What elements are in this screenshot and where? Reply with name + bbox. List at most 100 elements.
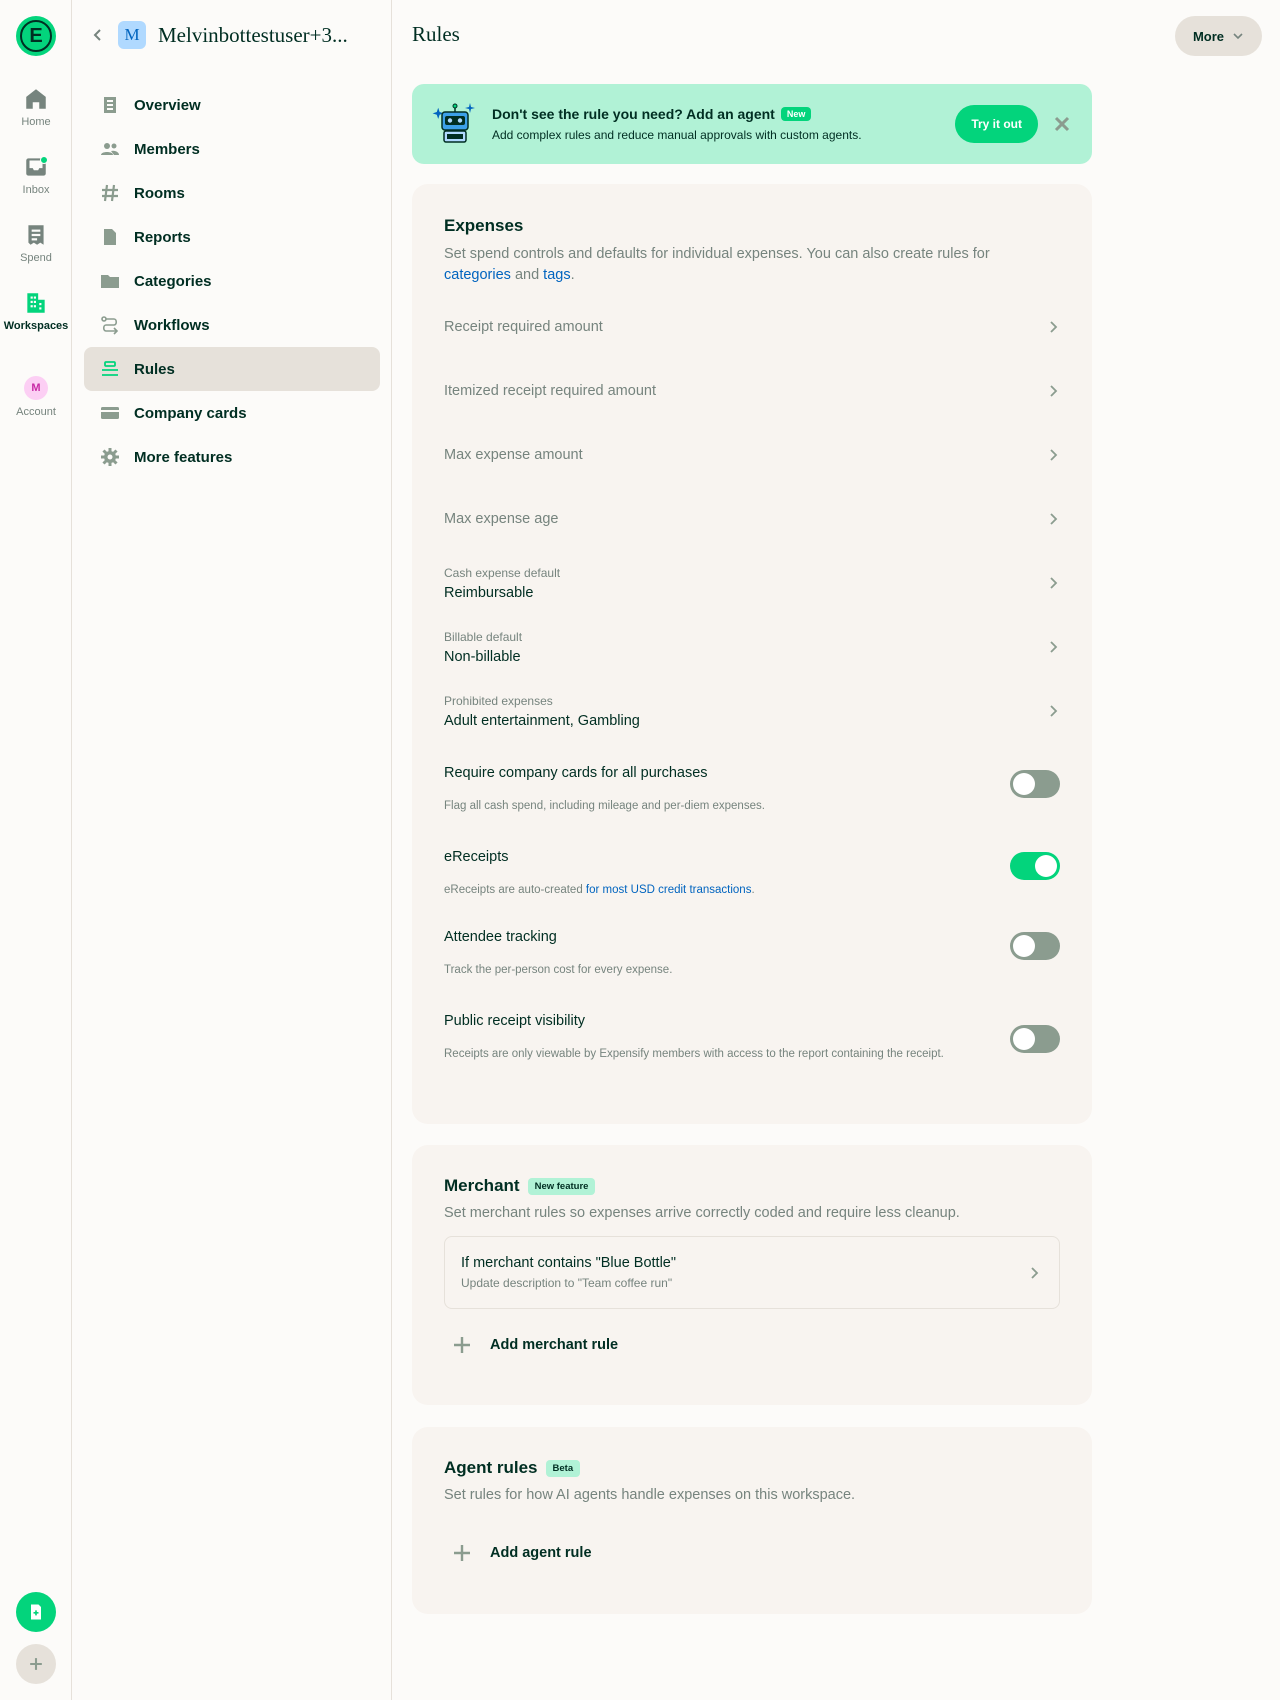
max-expense-amount-row[interactable]: Max expense amount — [444, 427, 1060, 483]
tags-link[interactable]: tags — [543, 267, 570, 283]
row-text: Billable default Non-billable — [444, 630, 522, 665]
new-expense-icon — [31, 1604, 41, 1620]
description-text: Set spend controls and defaults for indi… — [444, 246, 990, 262]
row-value: Non-billable — [444, 648, 521, 665]
itemized-receipt-row[interactable]: Itemized receipt required amount — [444, 363, 1060, 419]
rail-label-spend: Spend — [20, 252, 52, 264]
workflow-icon — [101, 316, 119, 335]
row-value: Reimbursable — [444, 584, 534, 601]
hashtag-icon — [102, 184, 118, 202]
merchant-rule-text: If merchant contains "Blue Bottle" Updat… — [461, 1255, 676, 1290]
require-company-cards-setting: Require company cards for all purchases … — [444, 765, 1060, 814]
row-label: Max expense amount — [444, 447, 583, 463]
chevron-right-icon — [1050, 641, 1058, 653]
create-expense-button[interactable] — [16, 1592, 56, 1632]
add-merchant-rule-label: Add merchant rule — [490, 1337, 619, 1353]
sidebar-item-label: Reports — [134, 228, 191, 246]
require-company-cards-toggle[interactable] — [1010, 770, 1060, 798]
credit-card-icon — [101, 407, 119, 419]
setting-title: Public receipt visibility — [444, 1013, 586, 1029]
add-button[interactable] — [16, 1644, 56, 1684]
sidebar-item-reports[interactable]: Reports — [84, 215, 380, 259]
back-chevron-icon[interactable] — [90, 27, 106, 43]
section-title: Expenses — [444, 216, 524, 235]
description-and: and — [514, 267, 540, 283]
setting-title: Require company cards for all purchases — [444, 765, 708, 781]
subtitle-period: . — [751, 884, 755, 896]
rail-item-home[interactable]: Home — [0, 86, 72, 128]
row-label: Max expense age — [444, 511, 559, 527]
workspace-sidebar: M Melvinbottestuser+3... Overview Member… — [72, 0, 392, 1700]
row-label: Cash expense default — [444, 565, 561, 580]
merchant-section: Merchant New feature Set merchant rules … — [412, 1145, 1092, 1405]
row-value: Adult entertainment, Gambling — [444, 712, 640, 729]
sidebar-item-label: Workflows — [134, 316, 210, 334]
merchant-rule-item[interactable]: If merchant contains "Blue Bottle" Updat… — [444, 1236, 1060, 1309]
sidebar-item-more-features[interactable]: More features — [84, 435, 380, 479]
ereceipts-toggle[interactable] — [1010, 852, 1060, 880]
banner-text: Don't see the rule you need? Add an agen… — [492, 106, 955, 142]
setting-subtitle: eReceipts are auto-created for most USD … — [444, 882, 964, 898]
sidebar-item-label: Company cards — [134, 404, 247, 422]
rail-item-account[interactable]: M Account — [0, 376, 72, 418]
users-icon — [101, 143, 119, 155]
attendee-tracking-toggle[interactable] — [1010, 932, 1060, 960]
rail-label-workspaces: Workspaces — [3, 320, 69, 332]
expenses-header: Expenses Set spend controls and defaults… — [444, 216, 1060, 286]
sidebar-item-categories[interactable]: Categories — [84, 259, 380, 303]
rail-item-inbox[interactable]: Inbox — [0, 154, 72, 196]
expenses-section: Expenses Set spend controls and defaults… — [412, 184, 1092, 1124]
plus-icon — [454, 1545, 470, 1561]
add-agent-rule-button[interactable]: Add agent rule — [452, 1543, 592, 1563]
rail-item-spend[interactable]: Spend — [0, 222, 72, 264]
sidebar-item-workflows[interactable]: Workflows — [84, 303, 380, 347]
workspace-name: Melvinbottestuser+3... — [158, 22, 348, 47]
plus-icon — [454, 1337, 470, 1353]
toggle-knob — [1035, 855, 1057, 877]
sidebar-item-members[interactable]: Members — [84, 127, 380, 171]
sidebar-item-rules[interactable]: Rules — [84, 347, 380, 391]
more-button[interactable]: More — [1174, 16, 1262, 56]
workspace-header: M Melvinbottestuser+3... — [90, 20, 380, 50]
close-icon[interactable] — [1052, 114, 1072, 134]
building-icon — [27, 293, 45, 313]
subtitle-text: eReceipts are auto-created — [444, 884, 583, 896]
row-label: Billable default — [444, 629, 523, 644]
cash-expense-default-row[interactable]: Cash expense default Reimbursable — [444, 555, 1060, 611]
section-title: Agent rules Beta — [444, 1458, 1060, 1478]
expensify-logo[interactable]: E — [16, 16, 56, 56]
sidebar-item-label: Rules — [134, 360, 175, 378]
merchant-rule-subtitle: Update description to "Team coffee run" — [461, 1276, 673, 1290]
banner-title-text: Don't see the rule you need? Add an agen… — [492, 106, 775, 122]
sidebar-item-label: Rooms — [134, 184, 185, 202]
main-content: Rules More Don't see the rule you need? … — [392, 0, 1280, 1700]
sidebar-item-overview[interactable]: Overview — [84, 83, 380, 127]
max-expense-age-row[interactable]: Max expense age — [444, 491, 1060, 547]
receipt-icon — [28, 225, 44, 245]
usd-credit-link[interactable]: for most USD credit transactions — [586, 884, 752, 896]
rail-label-inbox: Inbox — [22, 184, 50, 196]
toggle-knob — [1013, 1028, 1035, 1050]
section-description: Set spend controls and defaults for indi… — [444, 244, 1060, 286]
rail-label-home: Home — [21, 116, 51, 128]
workspace-avatar: M — [118, 21, 146, 49]
document-icon — [104, 97, 116, 113]
public-receipt-visibility-toggle[interactable] — [1010, 1025, 1060, 1053]
receipt-required-amount-row[interactable]: Receipt required amount — [444, 299, 1060, 355]
gear-icon — [101, 448, 119, 466]
chevron-right-icon — [1031, 1266, 1039, 1279]
sidebar-item-company-cards[interactable]: Company cards — [84, 391, 380, 435]
rail-item-workspaces[interactable]: Workspaces — [0, 290, 72, 332]
add-merchant-rule-button[interactable]: Add merchant rule — [452, 1335, 618, 1355]
chevron-right-icon — [1050, 321, 1058, 333]
categories-link[interactable]: categories — [444, 267, 511, 283]
agent-rules-header: Agent rules Beta Set rules for how AI ag… — [444, 1458, 1060, 1506]
section-description: Set merchant rules so expenses arrive co… — [444, 1205, 960, 1221]
billable-default-row[interactable]: Billable default Non-billable — [444, 619, 1060, 675]
setting-title: Attendee tracking — [444, 929, 557, 945]
try-it-out-button[interactable]: Try it out — [955, 105, 1038, 143]
sidebar-item-rooms[interactable]: Rooms — [84, 171, 380, 215]
add-agent-rule-label: Add agent rule — [490, 1545, 592, 1561]
avatar: M — [24, 376, 48, 400]
prohibited-expenses-row[interactable]: Prohibited expenses Adult entertainment,… — [444, 683, 1060, 739]
